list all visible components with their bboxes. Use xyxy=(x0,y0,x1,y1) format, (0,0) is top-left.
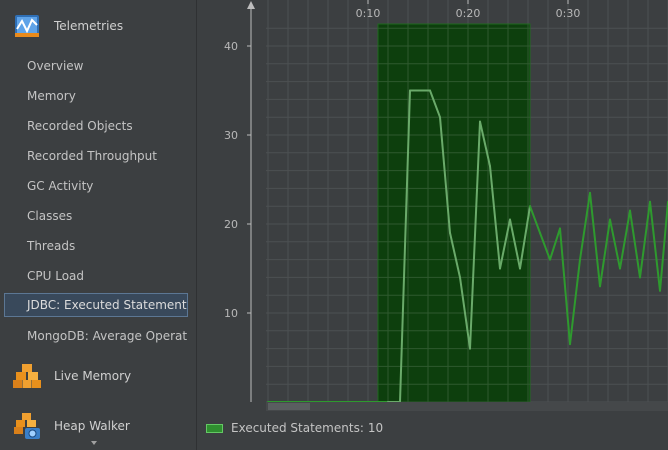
section-live-memory[interactable]: Live Memory xyxy=(0,358,197,394)
line-chart: 10 20 30 40 0:10 0:20 0:30 xyxy=(224,0,668,411)
scrollbar-thumb[interactable] xyxy=(268,403,310,410)
telemetries-icon xyxy=(15,15,39,37)
sidebar-item-recorded-objects[interactable]: Recorded Objects xyxy=(4,114,188,138)
sidebar-item-cpu-load[interactable]: CPU Load xyxy=(4,264,188,288)
sidebar-item-label: CPU Load xyxy=(27,269,84,283)
sidebar-item-label: Threads xyxy=(27,239,76,253)
chart-panel: 10 20 30 40 0:10 0:20 0:30 xyxy=(198,0,668,450)
y-axis-arrow-icon xyxy=(247,1,255,9)
section-live-memory-label: Live Memory xyxy=(54,369,132,383)
sidebar-item-jdbc-executed-statements[interactable]: JDBC: Executed Statements xyxy=(4,293,188,317)
x-tick-label: 0:30 xyxy=(556,7,581,20)
highlight-range xyxy=(377,23,531,403)
sidebar-item-classes[interactable]: Classes xyxy=(4,204,188,228)
y-tick-label: 20 xyxy=(224,218,238,231)
sidebar-item-label: Classes xyxy=(27,209,73,223)
legend-swatch xyxy=(206,423,223,433)
legend-label: Executed Statements: xyxy=(231,421,364,435)
sidebar-item-label: Recorded Objects xyxy=(27,119,133,133)
section-heap-walker[interactable]: Heap Walker xyxy=(0,408,197,444)
sidebar-item-label: MongoDB: Average Operatio... xyxy=(27,329,188,343)
sidebar-item-threads[interactable]: Threads xyxy=(4,234,188,258)
sidebar-item-mongodb-average-operations[interactable]: MongoDB: Average Operatio... xyxy=(4,324,188,348)
sidebar-item-label: Recorded Throughput xyxy=(27,149,157,163)
sidebar-item-label: Overview xyxy=(27,59,84,73)
y-tick-label: 10 xyxy=(224,307,238,320)
section-telemetries[interactable]: Telemetries xyxy=(0,8,197,44)
legend: Executed Statements: 10 xyxy=(206,419,383,437)
y-tick-label: 30 xyxy=(224,129,238,142)
x-tick-label: 0:20 xyxy=(456,7,481,20)
sidebar-item-overview[interactable]: Overview xyxy=(4,54,188,78)
x-tick-label: 0:10 xyxy=(356,7,381,20)
scroll-down-icon[interactable] xyxy=(91,441,97,445)
section-telemetries-label: Telemetries xyxy=(54,19,124,33)
y-ticks: 10 20 30 40 xyxy=(224,40,251,320)
sidebar: Telemetries Overview Memory Recorded Obj… xyxy=(0,0,197,450)
legend-value: 10 xyxy=(367,421,384,435)
sidebar-item-label: GC Activity xyxy=(27,179,94,193)
sidebar-item-label: Memory xyxy=(27,89,76,103)
section-heap-walker-label: Heap Walker xyxy=(54,419,130,433)
sidebar-item-recorded-throughput[interactable]: Recorded Throughput xyxy=(4,144,188,168)
live-memory-icon xyxy=(13,364,41,388)
heap-walker-icon xyxy=(14,413,40,439)
sidebar-item-label: JDBC: Executed Statements xyxy=(27,298,188,312)
y-tick-label: 40 xyxy=(224,40,238,53)
sidebar-item-gc-activity[interactable]: GC Activity xyxy=(4,174,188,198)
horizontal-scrollbar[interactable] xyxy=(266,402,668,411)
sidebar-item-memory[interactable]: Memory xyxy=(4,84,188,108)
